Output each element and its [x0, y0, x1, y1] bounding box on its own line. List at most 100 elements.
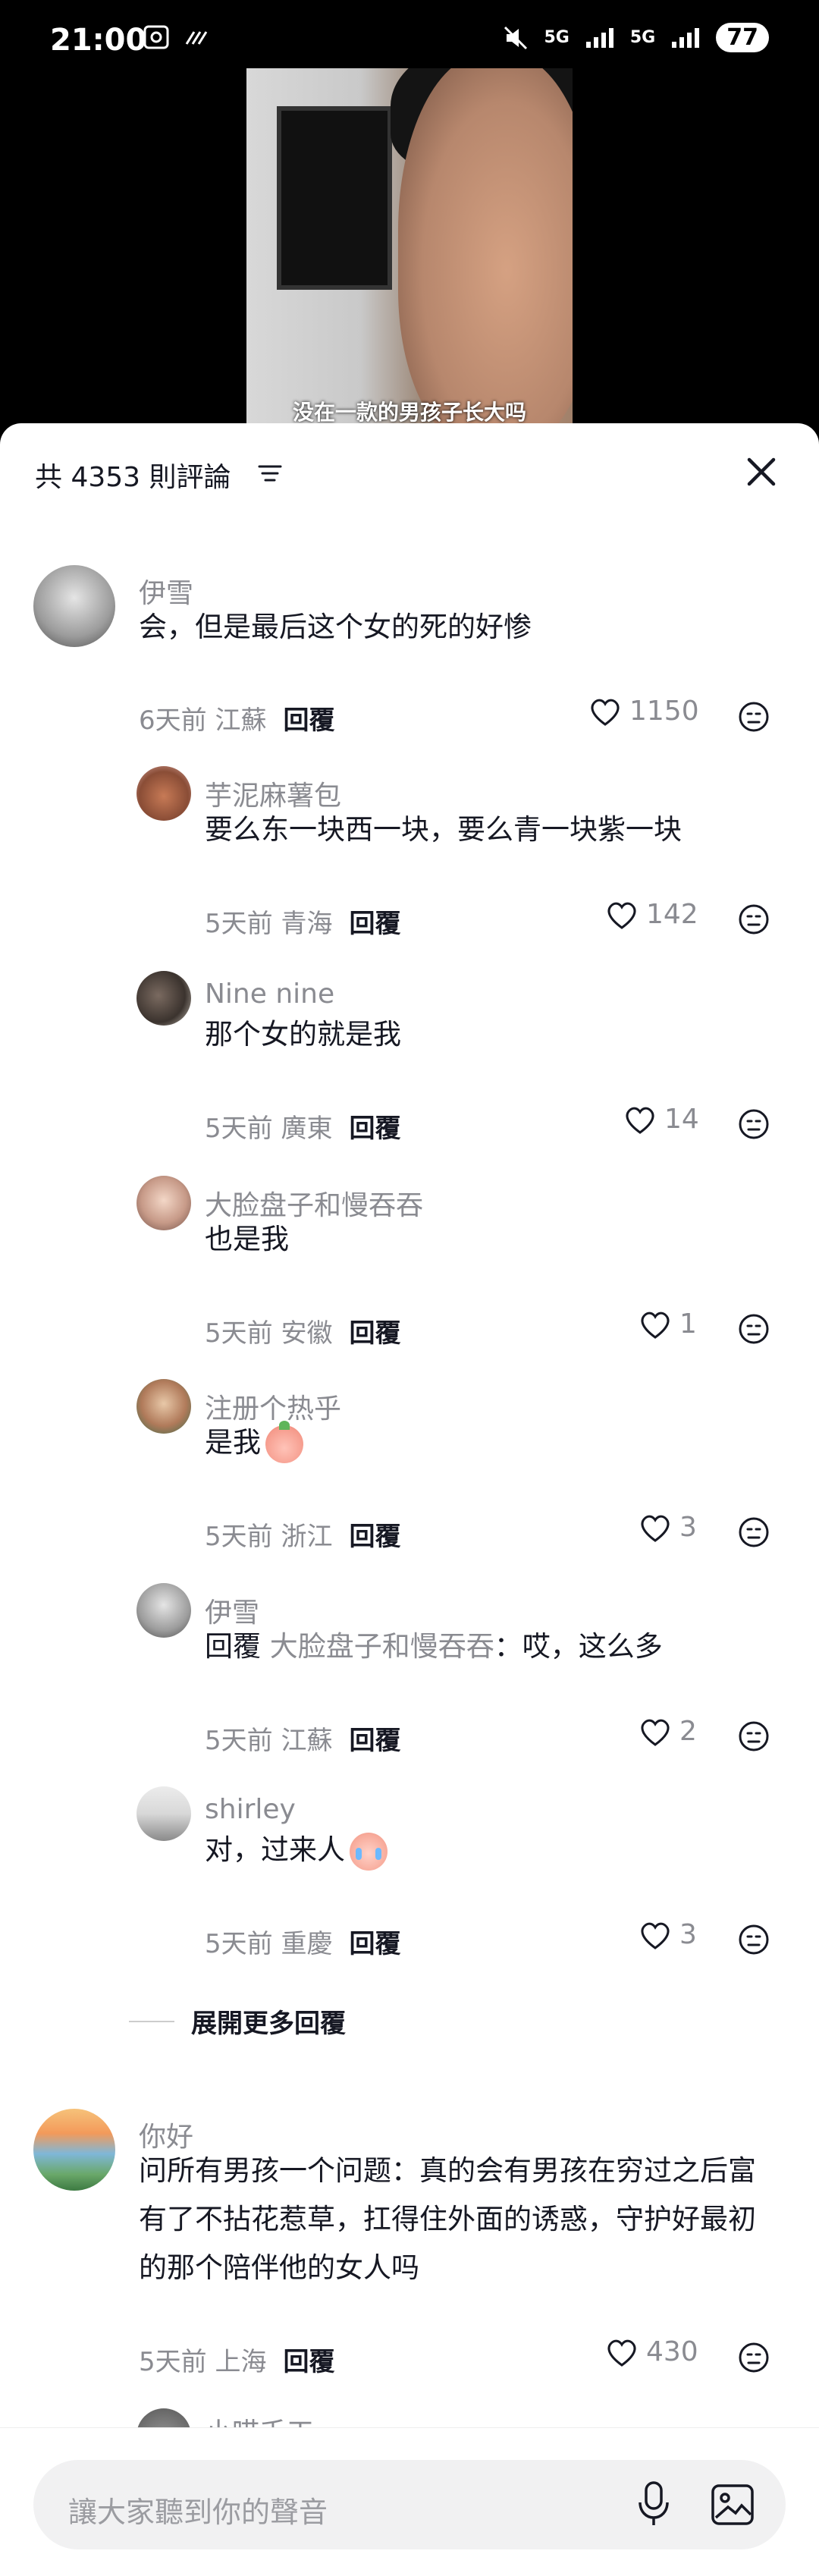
network-5g-1: 5G	[544, 28, 570, 47]
reply-button[interactable]: 回覆	[349, 1318, 400, 1349]
avatar[interactable]	[136, 1176, 191, 1230]
comment-time: 5天前	[205, 1929, 273, 1959]
avatar[interactable]	[136, 1583, 191, 1638]
heart-icon	[626, 1107, 654, 1134]
expand-replies-button[interactable]: 展開更多回覆	[129, 2003, 346, 2040]
reply-button[interactable]: 回覆	[283, 705, 334, 736]
comment-time: 5天前	[205, 1522, 273, 1552]
comment-location: 青海	[281, 909, 333, 939]
comment-location: 浙江	[281, 1522, 333, 1552]
like-count: 14	[664, 1104, 699, 1135]
reply-button[interactable]: 回覆	[349, 1929, 400, 1959]
comment-author[interactable]: shirley	[205, 1794, 296, 1825]
comment-input[interactable]: 讓大家聽到你的聲音	[33, 2460, 786, 2549]
avatar[interactable]	[33, 2109, 115, 2191]
comment-meta: 6天前 江蘇 回覆	[139, 699, 334, 737]
avatar[interactable]	[33, 565, 115, 647]
comment-meta: 5天前 青海 回覆	[205, 903, 400, 940]
video-frame: 没在一款的男孩子长大吗	[246, 68, 573, 432]
comment-location: 上海	[215, 2347, 267, 2377]
like-button[interactable]: 1150	[588, 696, 699, 727]
comment-location: 安徽	[281, 1318, 333, 1349]
like-count: 3	[679, 1512, 697, 1543]
heart-icon	[607, 902, 636, 929]
comment-text: 是我	[205, 1426, 261, 1459]
reply-item: shirley 对，过来人 5天前 重慶 回覆 3	[0, 1786, 819, 1961]
video-monitor	[277, 106, 392, 290]
reply-item: 大脸盘子和慢吞吞 也是我 5天前 安徽 回覆 1	[0, 1176, 819, 1350]
like-button[interactable]: 1	[639, 1308, 697, 1340]
reply-item: 伊雪 回覆 大脸盘子和慢吞吞：哎，这么多 5天前 江蘇 回覆 2	[0, 1583, 819, 1758]
dislike-icon[interactable]	[737, 2341, 770, 2374]
reply-to-author[interactable]: 大脸盘子和慢吞吞	[270, 1630, 494, 1663]
peach-emoji-icon	[265, 1420, 303, 1463]
dislike-icon[interactable]	[737, 1923, 770, 1956]
input-placeholder: 讓大家聽到你的聲音	[68, 2496, 328, 2529]
comment-meta: 5天前 上海 回覆	[139, 2341, 334, 2378]
reply-button[interactable]: 回覆	[283, 2347, 334, 2377]
status-right: 5G 5G 77	[502, 23, 769, 52]
reply-item: Nine nine 那个女的就是我 5天前 廣東 回覆 14	[0, 971, 819, 1145]
like-button[interactable]: 14	[623, 1104, 699, 1135]
reply-button[interactable]: 回覆	[349, 1114, 400, 1144]
expand-divider	[129, 2020, 174, 2022]
video-preview[interactable]: 没在一款的男孩子长大吗	[0, 68, 819, 432]
close-icon[interactable]	[743, 454, 780, 490]
comment-location: 江蘇	[281, 1726, 333, 1756]
expand-label: 展開更多回覆	[191, 2009, 346, 2039]
dislike-icon[interactable]	[737, 1516, 770, 1549]
reply-button[interactable]: 回覆	[349, 909, 400, 939]
comment-item: 你好 问所有男孩一个问题：真的会有男孩在穷过之后富有了不拈花惹草，扛得住外面的诱…	[0, 2109, 819, 2382]
network-5g-2: 5G	[629, 28, 656, 47]
avatar[interactable]	[136, 1786, 191, 1841]
dislike-icon[interactable]	[737, 700, 770, 734]
sort-icon[interactable]	[256, 460, 284, 487]
reply-button[interactable]: 回覆	[349, 1726, 400, 1756]
mic-icon[interactable]	[634, 2480, 673, 2530]
comment-text-row: 是我	[205, 1418, 781, 1467]
crying-emoji-icon	[350, 1832, 388, 1871]
sheet-header: 共 4353 則評論	[0, 423, 819, 522]
avatar[interactable]	[136, 1379, 191, 1434]
signal-icon	[585, 27, 613, 48]
comment-text: 问所有男孩一个问题：真的会有男孩在穷过之后富有了不拈花惹草，扛得住外面的诱惑，守…	[139, 2154, 756, 2284]
video-face	[398, 68, 573, 432]
like-button[interactable]: 2	[639, 1716, 697, 1747]
comment-text-row: 对，过来人	[205, 1826, 781, 1874]
image-icon[interactable]	[710, 2483, 755, 2527]
dislike-icon[interactable]	[737, 903, 770, 936]
comment-time: 5天前	[205, 1318, 273, 1349]
comment-location: 江蘇	[215, 705, 267, 736]
comment-time: 5天前	[139, 2347, 207, 2377]
comment-text: 要么东一块西一块，要么青一块紫一块	[205, 813, 682, 846]
like-count: 1150	[629, 696, 699, 727]
like-button[interactable]: 3	[639, 1512, 697, 1543]
like-count: 142	[646, 899, 698, 930]
avatar[interactable]	[136, 971, 191, 1026]
comment-meta: 5天前 廣東 回覆	[205, 1107, 400, 1145]
reply-button[interactable]: 回覆	[349, 1522, 400, 1552]
like-button[interactable]: 3	[639, 1919, 697, 1950]
avatar[interactable]	[136, 766, 191, 821]
like-button[interactable]: 430	[605, 2336, 698, 2367]
comment-location: 廣東	[281, 1114, 333, 1144]
dislike-icon[interactable]	[737, 1312, 770, 1346]
like-button[interactable]: 142	[605, 899, 698, 930]
heart-icon	[607, 2339, 636, 2367]
heart-icon	[641, 1312, 670, 1339]
battery-indicator: 77	[716, 23, 769, 52]
comment-meta: 5天前 江蘇 回覆	[205, 1720, 400, 1757]
comment-author[interactable]: Nine nine	[205, 979, 334, 1010]
comment-meta: 5天前 安徽 回覆	[205, 1312, 400, 1349]
comment-time: 5天前	[205, 909, 273, 939]
comment-time: 5天前	[205, 1114, 273, 1144]
dislike-icon[interactable]	[737, 1107, 770, 1141]
status-time: 21:00	[50, 23, 147, 58]
like-count: 430	[646, 2336, 698, 2367]
reply-item: 注册个热乎 是我 5天前 浙江 回覆 3	[0, 1379, 819, 1553]
like-count: 3	[679, 1919, 697, 1950]
comment-text-row: 回覆 大脸盘子和慢吞吞：哎，这么多	[205, 1623, 781, 1671]
status-left-icons	[143, 24, 208, 50]
dislike-icon[interactable]	[737, 1720, 770, 1753]
comment-meta: 5天前 浙江 回覆	[205, 1516, 400, 1553]
